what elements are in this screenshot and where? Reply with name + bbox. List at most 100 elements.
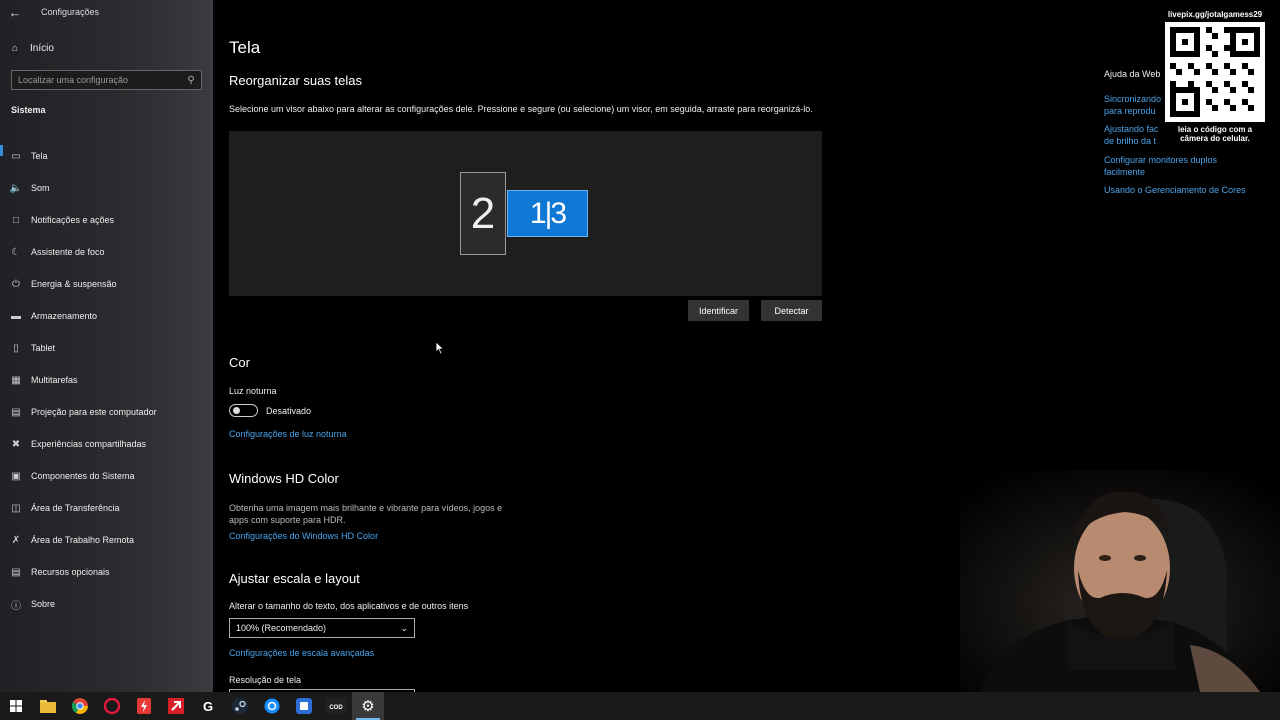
speaker-icon: 🔈 (9, 182, 23, 194)
monitor-2[interactable]: 2 (460, 172, 506, 255)
web-help-link[interactable]: Configurar monitores duplos facilmente (1104, 154, 1217, 178)
qr-caption-2: câmera do celular. (1180, 134, 1250, 143)
clipboard-icon: ◫ (11, 502, 21, 514)
hdr-heading: Windows HD Color (229, 471, 339, 486)
app-blue-taskbar-button[interactable] (288, 692, 320, 720)
projection-icon: ▤ (11, 406, 21, 418)
webcam-overlay (960, 470, 1280, 692)
web-help-link[interactable]: Usando o Gerenciamento de Cores (1104, 184, 1246, 196)
settings-taskbar-button[interactable]: ⚙ (352, 692, 384, 720)
sidebar-item-shared[interactable]: ✖ Experiências compartilhadas (0, 428, 213, 460)
sidebar-item-clipboard[interactable]: ◫ Área de Transferência (0, 492, 213, 524)
resolution-label: Resolução de tela (229, 675, 302, 685)
app-title: Configurações (41, 7, 100, 17)
web-help-link-line: Usando o Gerenciamento de Cores (1104, 185, 1246, 195)
search-box[interactable]: ⚲ (11, 70, 202, 90)
opera-taskbar-button[interactable] (96, 692, 128, 720)
arrange-heading: Reorganizar suas telas (229, 73, 362, 88)
features-icon: ▤ (11, 566, 21, 578)
file-explorer-taskbar-button[interactable] (32, 692, 64, 720)
sidebar-item-tablet[interactable]: ▯ Tablet (0, 332, 213, 364)
settings-sidebar: ← Configurações ⌂ Início ⚲ Sistema ▭ Tela… (0, 0, 213, 692)
qr-code (1165, 22, 1265, 122)
scale-dropdown[interactable]: 100% (Recomendado) ⌄ (229, 618, 415, 638)
sidebar-item-label: Tela (31, 151, 48, 161)
detect-button[interactable]: Detectar (761, 300, 822, 321)
web-help-link-line: de brilho da t (1104, 136, 1157, 146)
search-input[interactable] (12, 75, 181, 85)
sidebar-item-label: Tablet (31, 343, 56, 353)
power-app-icon (137, 698, 151, 714)
chrome-taskbar-button[interactable] (64, 692, 96, 720)
night-light-toggle[interactable] (229, 404, 258, 417)
app-blue-icon (296, 698, 312, 714)
shared-icon: ✖ (11, 438, 21, 450)
sidebar-item-label: Sobre (31, 599, 56, 609)
stream-qr-overlay: livepix.gg/jotalgamess29 leia o código c… (1160, 10, 1270, 143)
sidebar-item-label: Área de Trabalho Remota (31, 535, 135, 545)
title-bar: ← Configurações (0, 0, 213, 24)
page-title: Tela (229, 38, 261, 57)
notification-icon: □ (12, 214, 20, 226)
steam-taskbar-button[interactable] (224, 692, 256, 720)
call-of-duty-taskbar-button[interactable]: COD (320, 692, 352, 720)
file-explorer-icon (40, 699, 56, 713)
back-arrow-icon[interactable]: ← (0, 5, 30, 20)
remote-icon: ✗ (11, 534, 21, 546)
web-help-link[interactable]: Sincronizando para reprodu (1104, 93, 1161, 117)
settings-icon: ⚙ (361, 698, 375, 715)
amd-taskbar-button[interactable] (160, 692, 192, 720)
amd-icon (168, 698, 184, 714)
windows-start-taskbar-button[interactable] (0, 692, 32, 720)
web-help-link-line: Sincronizando (1104, 94, 1162, 104)
web-help-link-line: para reprodu (1104, 106, 1156, 116)
sidebar-item-notification[interactable]: □ Notificações e ações (0, 204, 213, 236)
multitask-icon: ▦ (11, 374, 21, 386)
svg-text:COD: COD (329, 705, 343, 711)
night-light-label: Luz noturna (229, 386, 277, 396)
web-help-link-line: Configurar monitores duplos (1104, 155, 1218, 165)
sidebar-item-power[interactable]: ⏻ Energia & suspensão (0, 268, 213, 300)
search-icon[interactable]: ⚲ (181, 75, 201, 86)
chevron-down-icon: ⌄ (400, 622, 408, 633)
battlenet-icon (264, 698, 280, 714)
sidebar-item-monitor[interactable]: ▭ Tela (0, 140, 213, 172)
hdr-settings-link[interactable]: Configurações do Windows HD Color (229, 531, 378, 541)
scale-dropdown-value: 100% (Recomendado) (236, 623, 327, 633)
components-icon: ▣ (11, 470, 21, 482)
home-icon: ⌂ (11, 42, 19, 54)
power-app-taskbar-button[interactable] (128, 692, 160, 720)
sidebar-item-multitask[interactable]: ▦ Multitarefas (0, 364, 213, 396)
call-of-duty-icon: COD (326, 698, 346, 714)
sidebar-item-features[interactable]: ▤ Recursos opcionais (0, 556, 213, 588)
hdr-description-2: apps com suporte para HDR. (229, 515, 346, 525)
nav-list: ▭ Tela 🔈 Som □ Notificações e ações ☾ Assistent… (0, 140, 213, 620)
home-label: Início (30, 42, 54, 54)
tablet-icon: ▯ (13, 342, 19, 354)
logitech-icon: G (202, 698, 214, 714)
sidebar-item-speaker[interactable]: 🔈 Som (0, 172, 213, 204)
web-help-title: Ajuda da Web (1104, 69, 1161, 79)
sidebar-item-remote[interactable]: ✗ Área de Trabalho Remota (0, 524, 213, 556)
sidebar-item-projection[interactable]: ▤ Projeção para este computador (0, 396, 213, 428)
arrange-description: Selecione um visor abaixo para alterar a… (229, 104, 813, 114)
opera-icon (104, 698, 120, 714)
web-help-link[interactable]: Ajustando fac de brilho da t (1104, 123, 1159, 147)
advanced-scaling-link[interactable]: Configurações de escala avançadas (229, 648, 374, 658)
battlenet-taskbar-button[interactable] (256, 692, 288, 720)
sidebar-item-storage[interactable]: ▬ Armazenamento (0, 300, 213, 332)
sidebar-item-components[interactable]: ▣ Componentes do Sistema (0, 460, 213, 492)
display-arrangement-area[interactable]: 2 1|3 (229, 131, 822, 296)
qr-caption-1: leia o código com a (1177, 125, 1253, 134)
sidebar-item-moon[interactable]: ☾ Assistente de foco (0, 236, 213, 268)
home-nav-item[interactable]: ⌂ Início (0, 38, 54, 58)
logitech-taskbar-button[interactable]: G (192, 692, 224, 720)
taskbar: G COD ⚙ (0, 692, 1280, 720)
night-light-settings-link[interactable]: Configurações de luz noturna (229, 429, 347, 439)
sidebar-item-label: Assistente de foco (31, 247, 105, 257)
sidebar-item-info[interactable]: ⓘ Sobre (0, 588, 213, 620)
windows-start-icon (10, 700, 22, 712)
web-help-link-line: Ajustando fac (1104, 124, 1159, 134)
monitor-1-3[interactable]: 1|3 (507, 190, 588, 237)
identify-button[interactable]: Identificar (688, 300, 749, 321)
